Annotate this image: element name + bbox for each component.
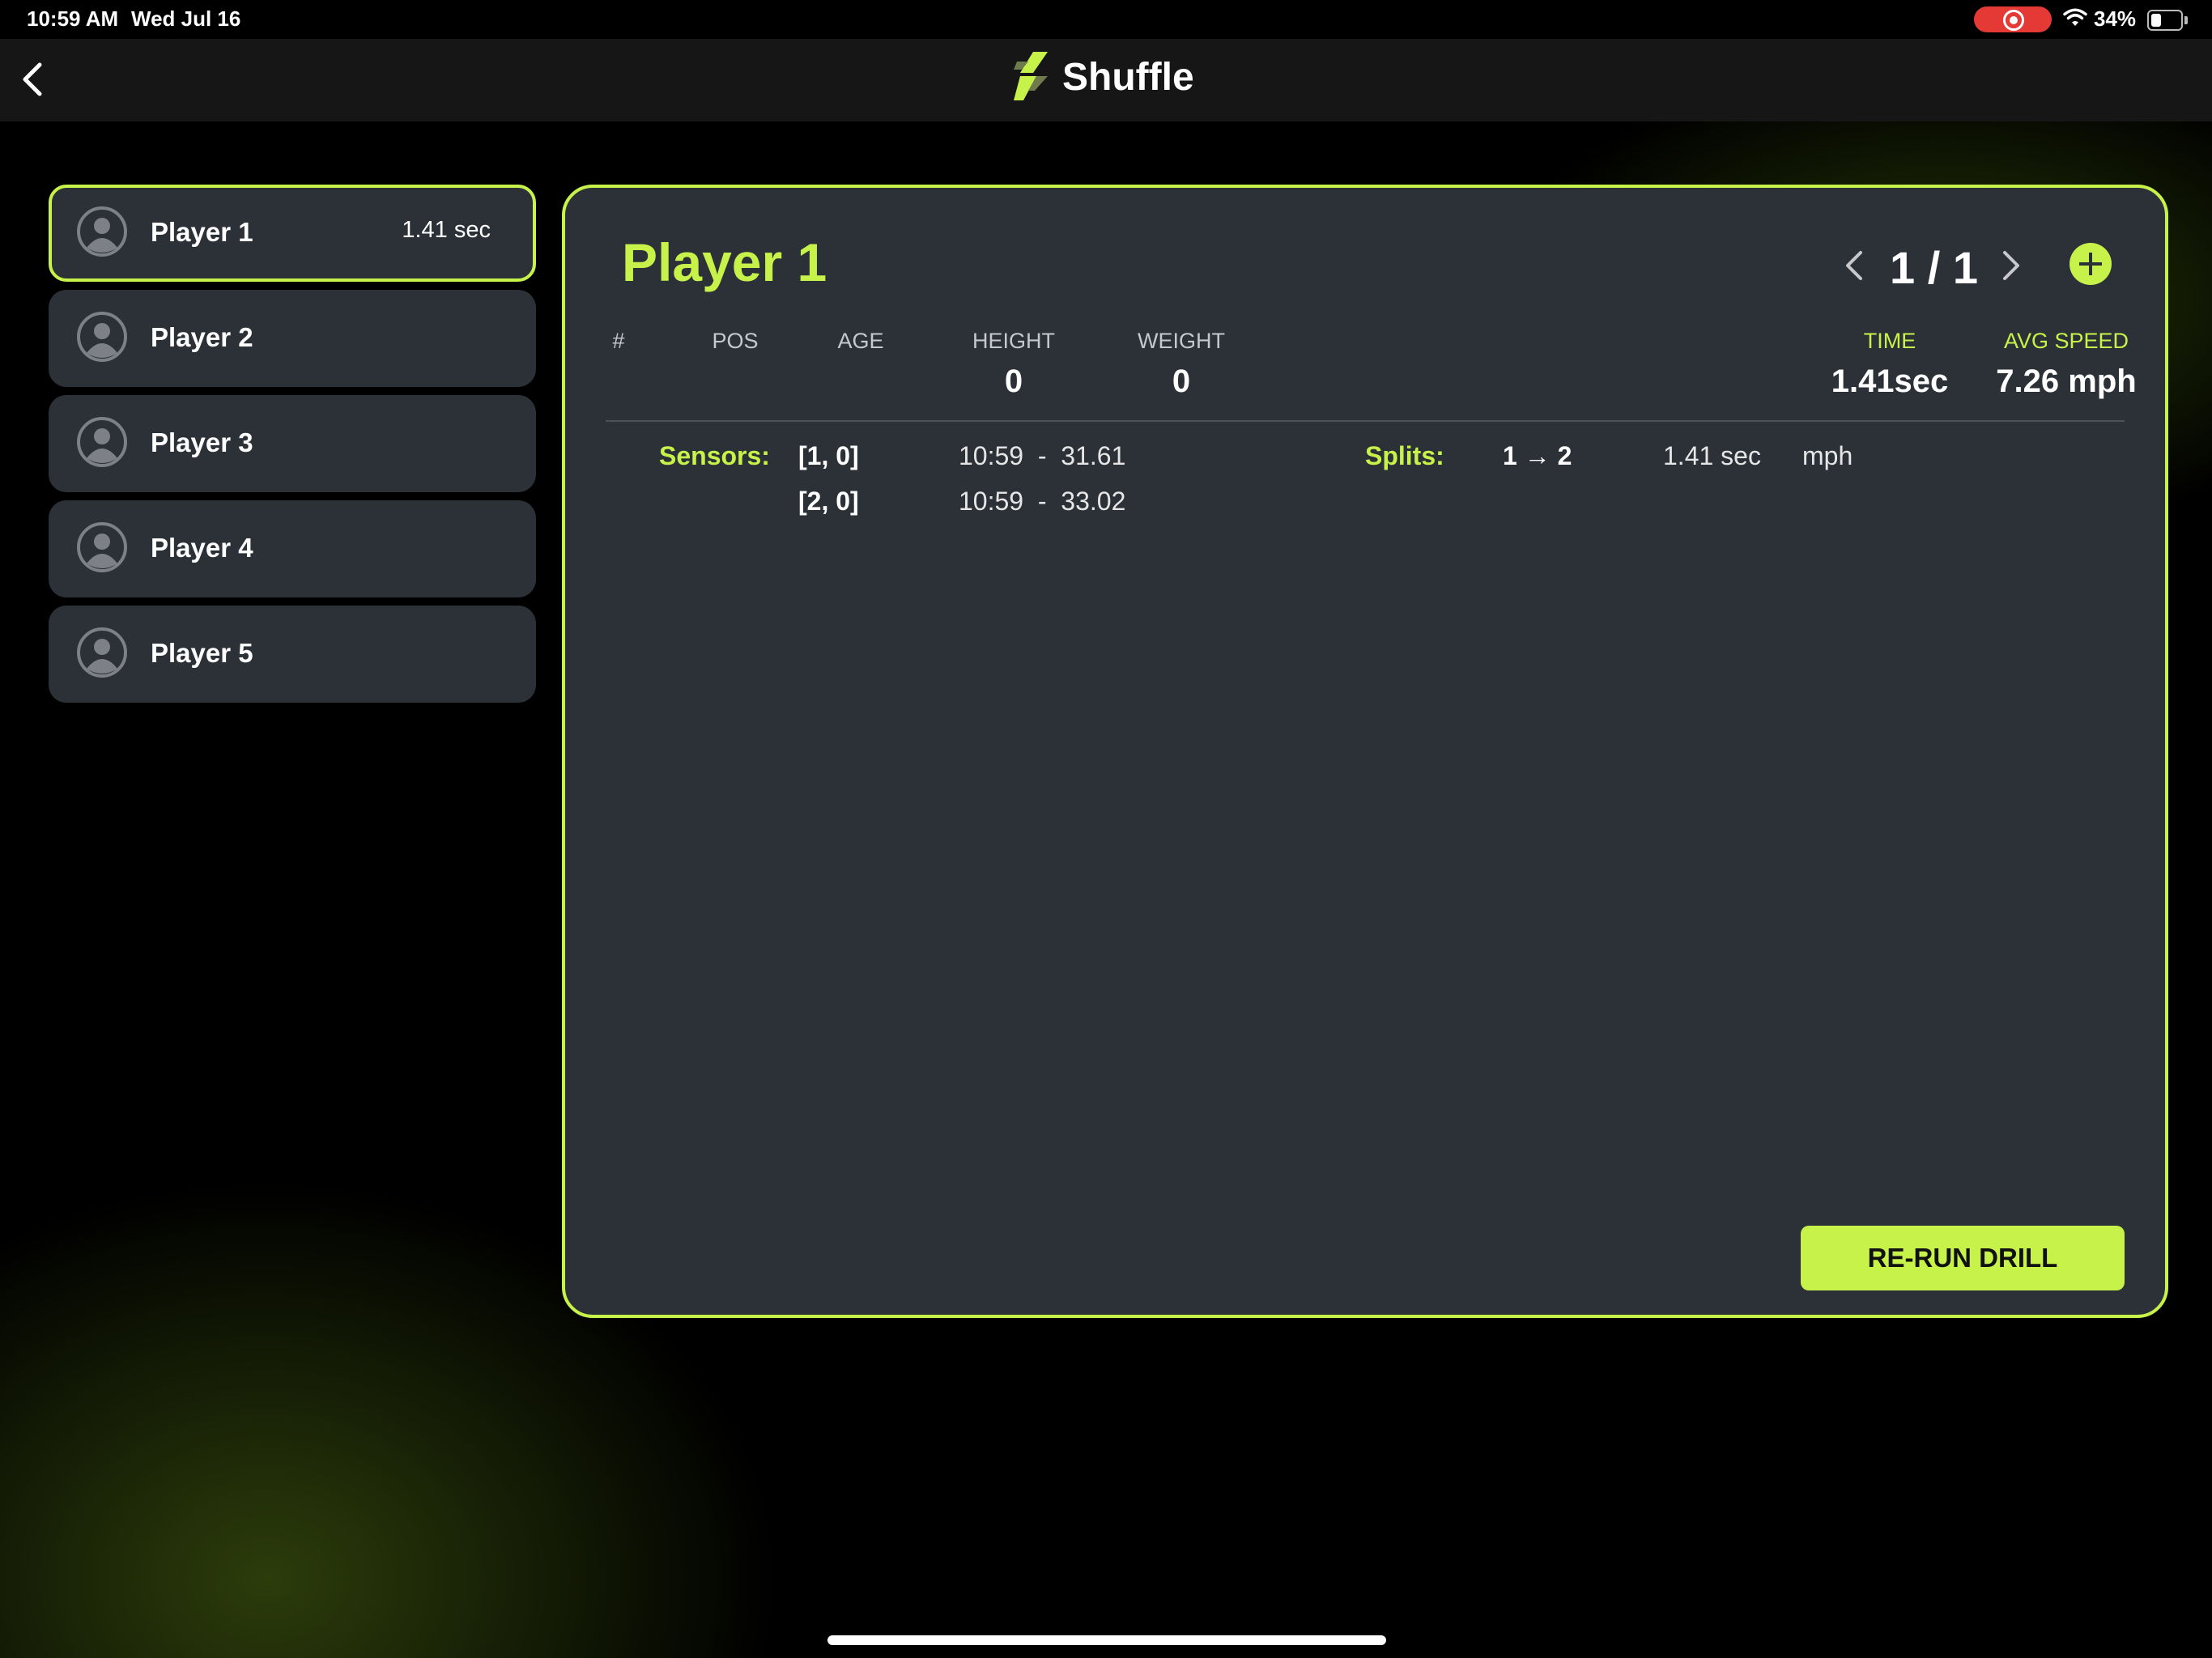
stat-height-value: 0 — [1004, 363, 1023, 399]
battery-icon — [2147, 10, 2188, 31]
sensors-label: Sensors: — [659, 441, 770, 470]
bolt-logo-icon — [1014, 52, 1048, 100]
sensor-timestamp: 10:59 - 31.61 — [959, 441, 1126, 470]
player-list-item[interactable]: Player 4 — [49, 500, 536, 597]
player-detail-title: Player 1 — [622, 232, 827, 292]
user-avatar-icon — [77, 417, 127, 467]
user-avatar-icon — [77, 312, 127, 362]
app-title: Shuffle — [1062, 55, 1194, 99]
status-date: Wed Jul 16 — [131, 6, 241, 31]
chevron-left-icon — [23, 62, 42, 96]
stat-avg-speed-value: 7.26 mph — [1996, 363, 2137, 399]
player-name: Player 4 — [151, 533, 253, 563]
status-bar: 10:59 AM Wed Jul 16 34% — [0, 0, 2212, 39]
wifi-icon — [2063, 8, 2087, 26]
battery-nub — [2184, 16, 2188, 24]
add-run-button[interactable] — [2069, 243, 2112, 285]
player-list-item[interactable]: Player 3 — [49, 395, 536, 492]
user-avatar-icon — [77, 627, 127, 678]
screen-recording-indicator[interactable] — [1974, 6, 2052, 32]
stat-pos: POS — [687, 329, 784, 363]
navigation-bar: Shuffle — [0, 39, 2212, 121]
stat-weight: WEIGHT 0 — [1100, 329, 1262, 400]
battery-percent: 34% — [2094, 6, 2137, 31]
status-time: 10:59 AM — [27, 6, 119, 31]
back-button[interactable] — [8, 55, 57, 104]
player-list-item[interactable]: Player 2 — [49, 290, 536, 387]
player-name: Player 3 — [151, 427, 253, 457]
player-time: 1.41 sec — [402, 217, 491, 243]
sensor-id: [1, 0] — [798, 441, 859, 470]
player-name: Player 1 — [151, 217, 253, 247]
stat-age: AGE — [812, 329, 909, 363]
player-list: Player 1 1.41 sec Player 2 Player 3 Play… — [49, 185, 536, 711]
rerun-drill-button[interactable]: RE-RUN DRILL — [1801, 1226, 2125, 1290]
pager-count: 1 / 1 — [1890, 242, 1978, 293]
split-time: 1.41 sec — [1663, 441, 1761, 470]
player-name: Player 2 — [151, 322, 253, 352]
user-avatar-icon — [77, 206, 127, 257]
stat-weight-value: 0 — [1172, 363, 1191, 399]
player-list-item[interactable]: Player 1 1.41 sec — [49, 185, 536, 282]
stat-height-label: HEIGHT — [972, 329, 1055, 353]
sensor-id: [2, 0] — [798, 487, 859, 516]
chevron-right-icon[interactable] — [1995, 248, 2027, 283]
stat-time: TIME 1.41sec — [1801, 329, 1979, 400]
split-speed: mph — [1802, 441, 1853, 470]
stat-number: # — [602, 329, 635, 363]
chevron-left-icon[interactable] — [1838, 248, 1870, 283]
player-name: Player 5 — [151, 638, 253, 668]
user-avatar-icon — [77, 522, 127, 572]
stat-height: HEIGHT 0 — [933, 329, 1095, 400]
stat-time-label: TIME — [1863, 329, 1916, 353]
stat-weight-label: WEIGHT — [1138, 329, 1225, 353]
split-range: 1 → 2 — [1503, 441, 1572, 470]
stat-pos-label: POS — [712, 329, 759, 353]
player-list-item[interactable]: Player 5 — [49, 606, 536, 703]
stat-avg-speed-label: AVG SPEED — [2003, 329, 2129, 353]
record-icon — [2003, 10, 2024, 31]
player-detail-panel: Player 1 1 / 1 # POS AGE HEIGHT 0 WEIGHT… — [562, 185, 2168, 1318]
home-indicator[interactable] — [827, 1635, 1386, 1645]
stat-time-value: 1.41sec — [1831, 363, 1949, 399]
stat-avg-speed: AVG SPEED 7.26 mph — [1971, 329, 2162, 400]
splits-label: Splits: — [1365, 441, 1444, 470]
stat-number-label: # — [612, 329, 625, 353]
divider — [606, 420, 2125, 422]
app-brand: Shuffle — [1012, 49, 1194, 105]
stat-age-label: AGE — [837, 329, 884, 353]
sensor-timestamp: 10:59 - 33.02 — [959, 487, 1126, 516]
battery-level — [2151, 14, 2161, 27]
